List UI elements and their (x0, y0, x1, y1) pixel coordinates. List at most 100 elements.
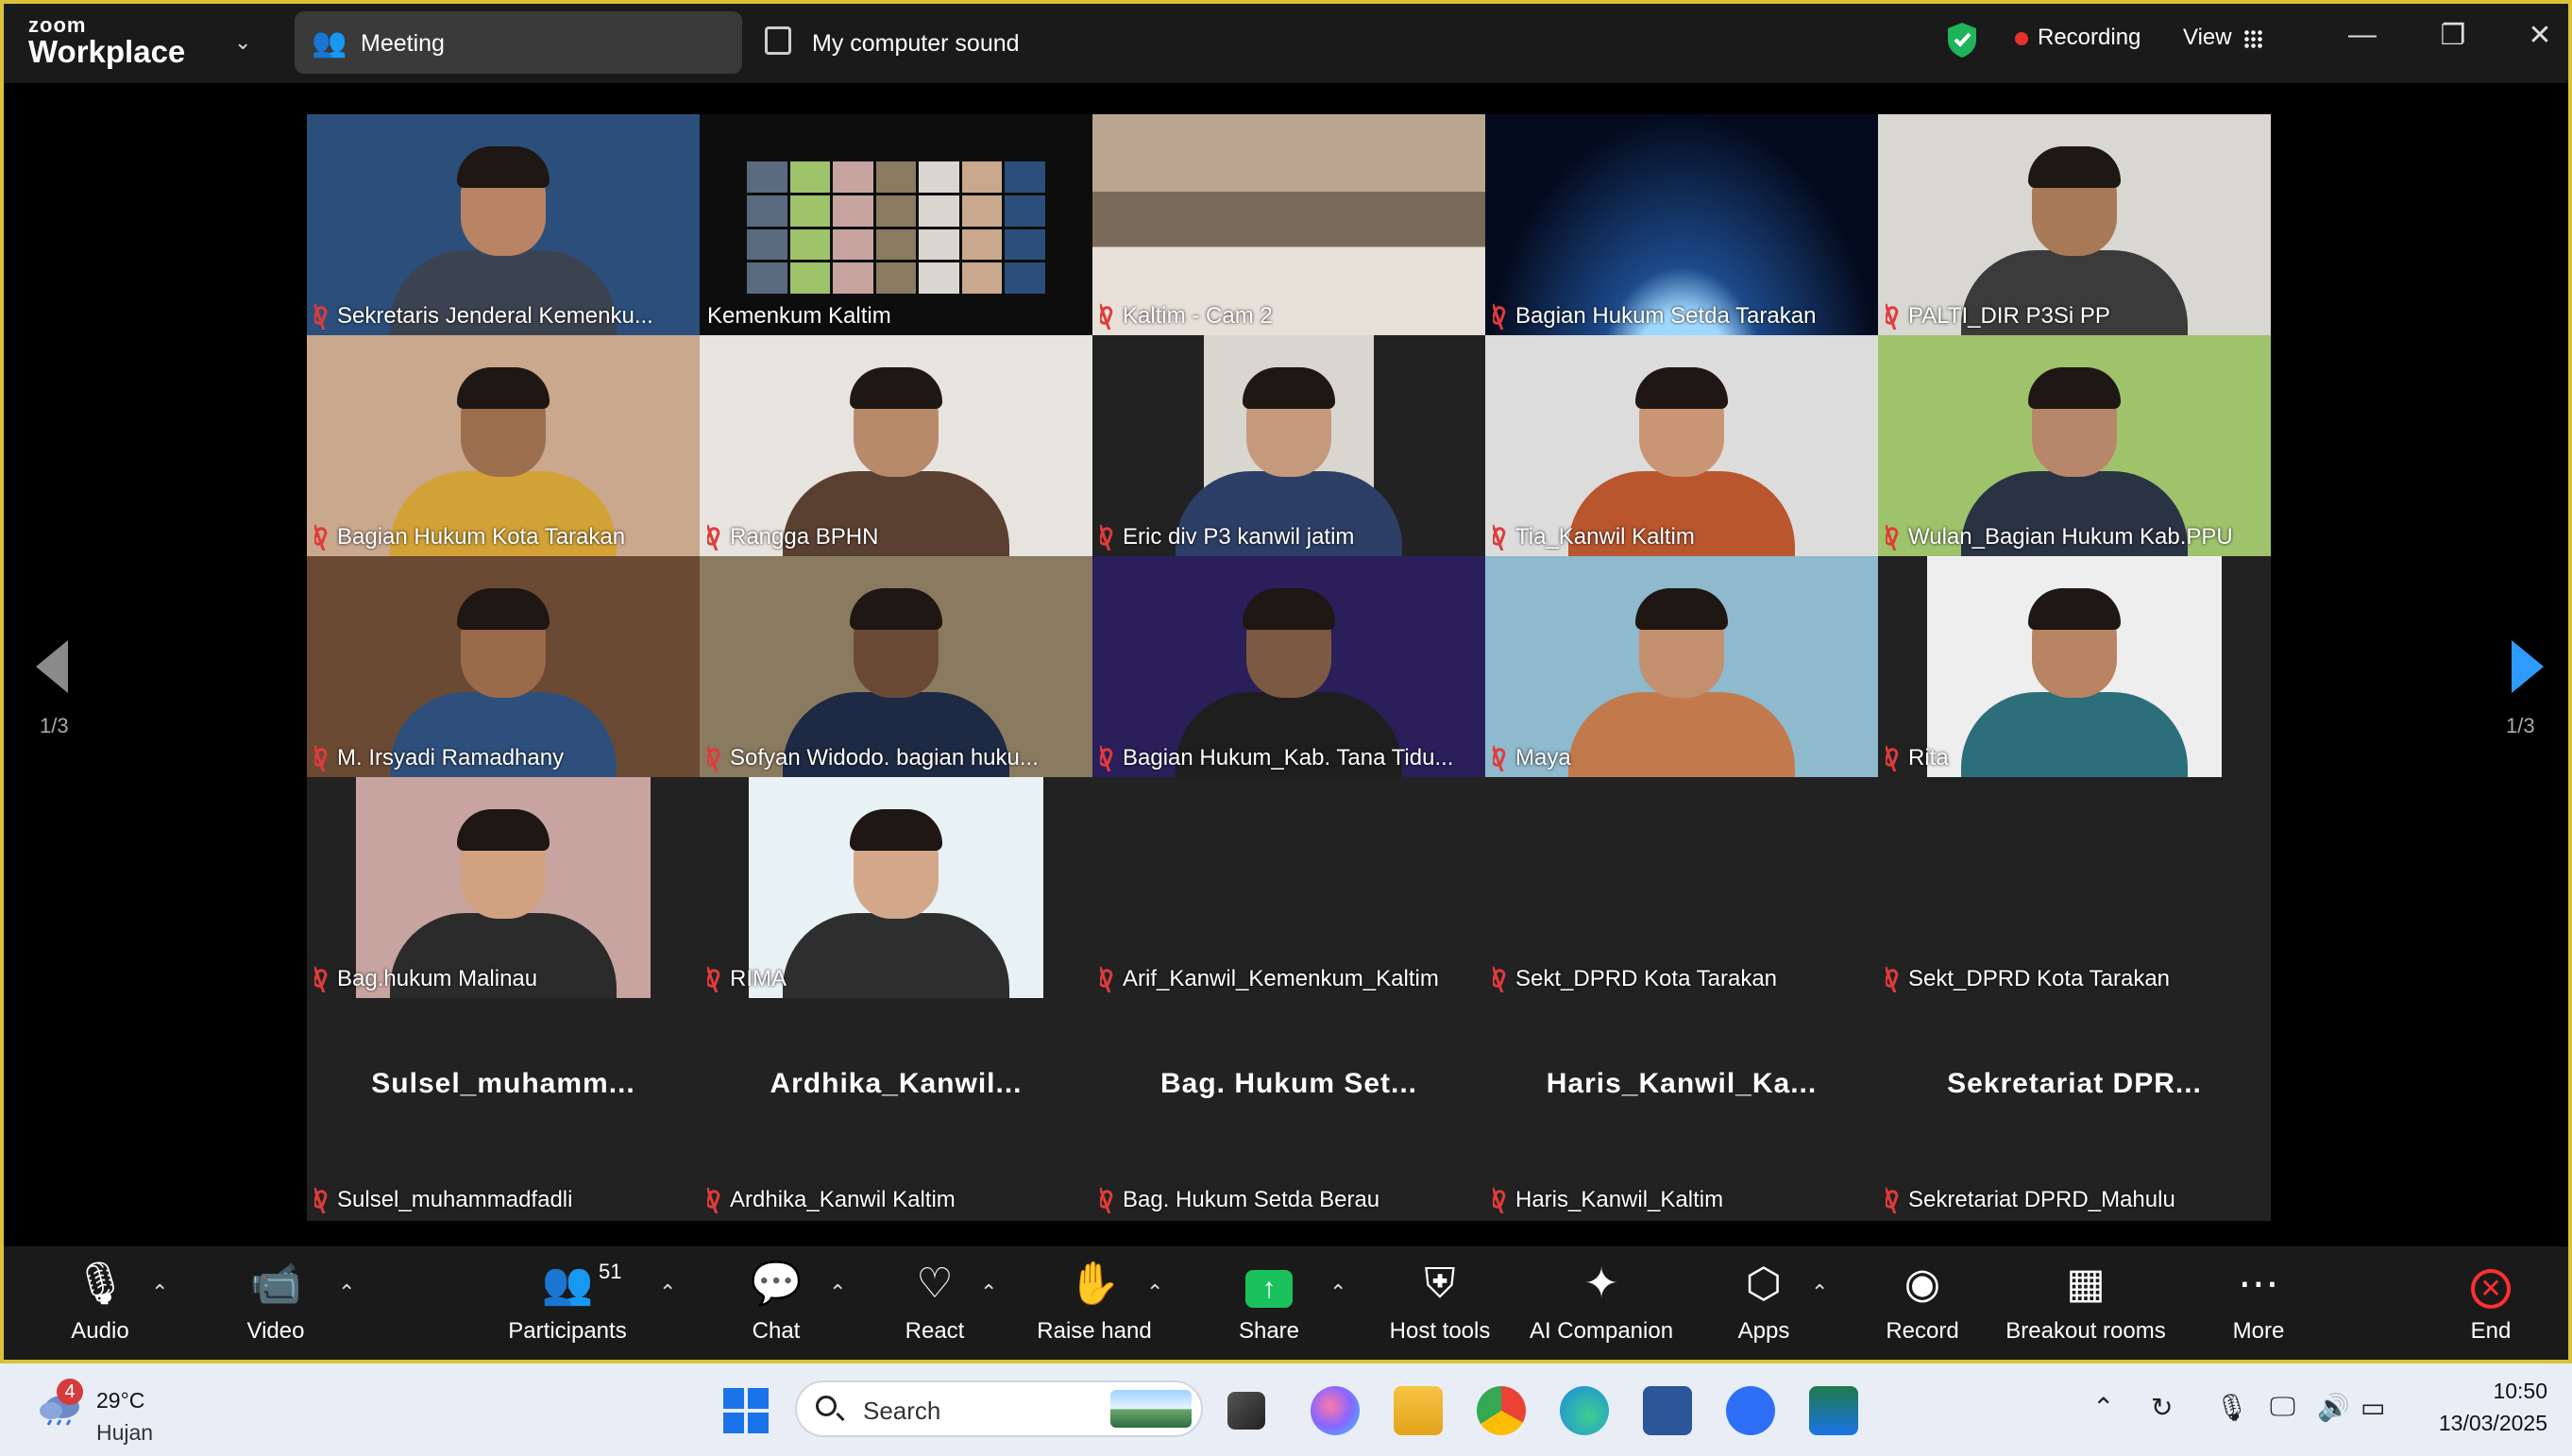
audio-options-caret-icon[interactable]: ⌃ (151, 1280, 168, 1305)
participant-tile[interactable]: Sekretariat DPR... Sekretariat DPRD_Mahul… (1878, 998, 2271, 1219)
participant-name-label: Sekt_DPRD Kota Tarakan (1886, 966, 2265, 992)
chrome-icon[interactable] (1477, 1386, 1526, 1435)
record-button[interactable]: ◉ Record (1877, 1260, 1968, 1345)
participant-tile[interactable]: Bag.hukum Malinau (307, 777, 700, 998)
shared-screen-thumbnail (747, 195, 787, 227)
participant-tile[interactable]: Bagian Hukum Setda Tarakan (1485, 114, 1878, 335)
muted-mic-icon (314, 525, 330, 548)
apps-button[interactable]: ⬡ Apps (1726, 1260, 1802, 1345)
shield-icon: ⛨ (1424, 1261, 1456, 1307)
participant-tile[interactable]: Sekretaris Jenderal Kemenku... (307, 114, 700, 335)
minimize-button[interactable]: — (2344, 19, 2381, 51)
apps-caret-icon[interactable]: ⌃ (1811, 1280, 1828, 1305)
search-highlight-image (1110, 1390, 1192, 1428)
ai-companion-button[interactable]: ✦ AI Companion (1526, 1260, 1677, 1345)
encryption-shield-icon[interactable] (1945, 21, 1979, 59)
windows-start-icon[interactable] (723, 1388, 769, 1433)
participant-tile[interactable]: Ardhika_Kanwil... Ardhika_Kanwil Kaltim (700, 998, 1092, 1219)
share-screen-icon-wrap: ↑ (1231, 1260, 1307, 1309)
next-page-arrow-icon[interactable] (2512, 640, 2544, 693)
participant-tile[interactable]: PALTI_DIR P3Si PP (1878, 114, 2271, 335)
shared-screen-thumbnail (789, 262, 831, 294)
participant-tile[interactable]: Kaltim - Cam 2 (1092, 114, 1485, 335)
video-options-caret-icon[interactable]: ⌃ (338, 1280, 355, 1305)
shared-screen-thumbnail (875, 229, 917, 261)
participant-name: Eric div P3 kanwil jatim (1123, 524, 1355, 550)
participant-tile[interactable]: Eric div P3 kanwil jatim (1092, 335, 1485, 556)
participant-tile[interactable]: Arif_Kanwil_Kemenkum_Kaltim (1092, 777, 1485, 998)
participant-tile[interactable]: M. Irsyadi Ramadhany (307, 556, 700, 777)
tab-meeting[interactable]: 👥 Meeting (295, 11, 742, 74)
participant-tile[interactable]: Wulan_Bagian Hukum Kab.PPU (1878, 335, 2271, 556)
record-icon: ◉ (1904, 1261, 1941, 1307)
participant-tile[interactable]: Kemenkum Kaltim (700, 114, 1092, 335)
previous-page-arrow-icon[interactable] (36, 640, 68, 693)
system-clock[interactable]: 10:50 13/03/2025 (2381, 1375, 2547, 1439)
participant-tile[interactable]: Sulsel_muhamm... Sulsel_muhammadfadli (307, 998, 700, 1219)
copilot-icon[interactable] (1311, 1386, 1360, 1435)
shared-screen-thumbnail (833, 161, 873, 193)
chevron-down-icon[interactable]: ⌄ (234, 30, 251, 55)
participants-label: Participants (508, 1318, 627, 1344)
video-feed (1878, 114, 2271, 335)
video-button[interactable]: 📹 Video (238, 1260, 313, 1345)
volume-icon[interactable]: 🔊 (2317, 1392, 2350, 1423)
recording-indicator[interactable]: Recording (2015, 25, 2141, 51)
muted-mic-icon (1886, 746, 1901, 769)
participants-caret-icon[interactable]: ⌃ (659, 1280, 676, 1305)
shared-screen-thumbnail (789, 161, 831, 193)
end-button[interactable]: ✕ End (2453, 1260, 2529, 1345)
share-button[interactable]: ↑ Share (1231, 1260, 1307, 1345)
raise-hand-caret-icon[interactable]: ⌃ (1146, 1280, 1163, 1305)
participant-name-label: Sekt_DPRD Kota Tarakan (1493, 966, 1872, 992)
participant-tile[interactable]: Bagian Hukum Kota Tarakan (307, 335, 700, 556)
participant-tile[interactable]: Tia_Kanwil Kaltim (1485, 335, 1878, 556)
participant-tile[interactable]: Haris_Kanwil_Ka... Haris_Kanwil_Kaltim (1485, 998, 1878, 1219)
taskbar-search[interactable]: Search (795, 1380, 1203, 1437)
file-explorer-icon[interactable] (1394, 1386, 1443, 1435)
participant-tile[interactable]: Bag. Hukum Set... Bag. Hukum Setda Berau (1092, 998, 1485, 1219)
pinned-app-icon[interactable] (1809, 1386, 1858, 1435)
shared-screen-thumbnail (875, 161, 917, 193)
react-button[interactable]: ♡ React (897, 1260, 973, 1345)
host-tools-button[interactable]: ⛨ Host tools (1379, 1260, 1501, 1345)
chat-caret-icon[interactable]: ⌃ (829, 1280, 846, 1305)
participant-name-label: Sulsel_muhammadfadli (314, 1187, 694, 1213)
more-dots-icon: ⋯ (2238, 1261, 2279, 1307)
audio-button[interactable]: 🎙 Audio (62, 1260, 138, 1345)
participant-tile[interactable]: Sekt_DPRD Kota Tarakan (1485, 777, 1878, 998)
participant-tile[interactable]: Rita (1878, 556, 2271, 777)
word-icon[interactable] (1643, 1386, 1692, 1435)
view-label: View (2183, 25, 2232, 50)
close-window-button[interactable]: ✕ (2521, 19, 2559, 52)
tray-overflow-icon[interactable]: ⌃ (2092, 1392, 2114, 1423)
share-caret-icon[interactable]: ⌃ (1329, 1280, 1346, 1305)
participants-button[interactable]: 👥 51 Participants (504, 1260, 631, 1345)
participant-tile[interactable]: Maya (1485, 556, 1878, 777)
zoom-app-icon[interactable] (1726, 1386, 1775, 1435)
shared-screen-thumbnail (875, 262, 917, 294)
participant-tile[interactable]: Sofyan Widodo. bagian huku... (700, 556, 1092, 777)
restore-button[interactable]: ❐ (2434, 19, 2472, 52)
react-caret-icon[interactable]: ⌃ (980, 1280, 997, 1305)
end-x-icon: ✕ (2471, 1269, 2511, 1309)
participant-tile[interactable]: Bagian Hukum_Kab. Tana Tidu... (1092, 556, 1485, 777)
raise-hand-button[interactable]: ✋ Raise hand (1035, 1260, 1154, 1345)
task-view-icon[interactable] (1227, 1392, 1265, 1430)
view-button[interactable]: View (2183, 25, 2262, 51)
participant-tile[interactable]: Sekt_DPRD Kota Tarakan (1878, 777, 2271, 998)
tray-microphone-icon[interactable]: 🎙 (2215, 1392, 2249, 1423)
network-icon[interactable]: 🖵 (2270, 1392, 2295, 1423)
muted-mic-icon (1493, 304, 1508, 327)
edge-icon[interactable] (1560, 1386, 1609, 1435)
tab-sound-label: My computer sound (812, 30, 1020, 57)
clock-date: 13/03/2025 (2438, 1411, 2547, 1435)
participant-name: PALTI_DIR P3Si PP (1908, 303, 2110, 329)
participant-tile[interactable]: Rangga BPHN (700, 335, 1092, 556)
participant-tile[interactable]: RIMA (700, 777, 1092, 998)
participant-name-label: Maya (1493, 745, 1872, 771)
sync-icon[interactable]: ↻ (2151, 1392, 2173, 1423)
more-button[interactable]: ⋯ More (2221, 1260, 2296, 1345)
chat-button[interactable]: 💬 Chat (738, 1260, 814, 1345)
breakout-rooms-button[interactable]: ▦ Breakout rooms (2005, 1260, 2166, 1345)
